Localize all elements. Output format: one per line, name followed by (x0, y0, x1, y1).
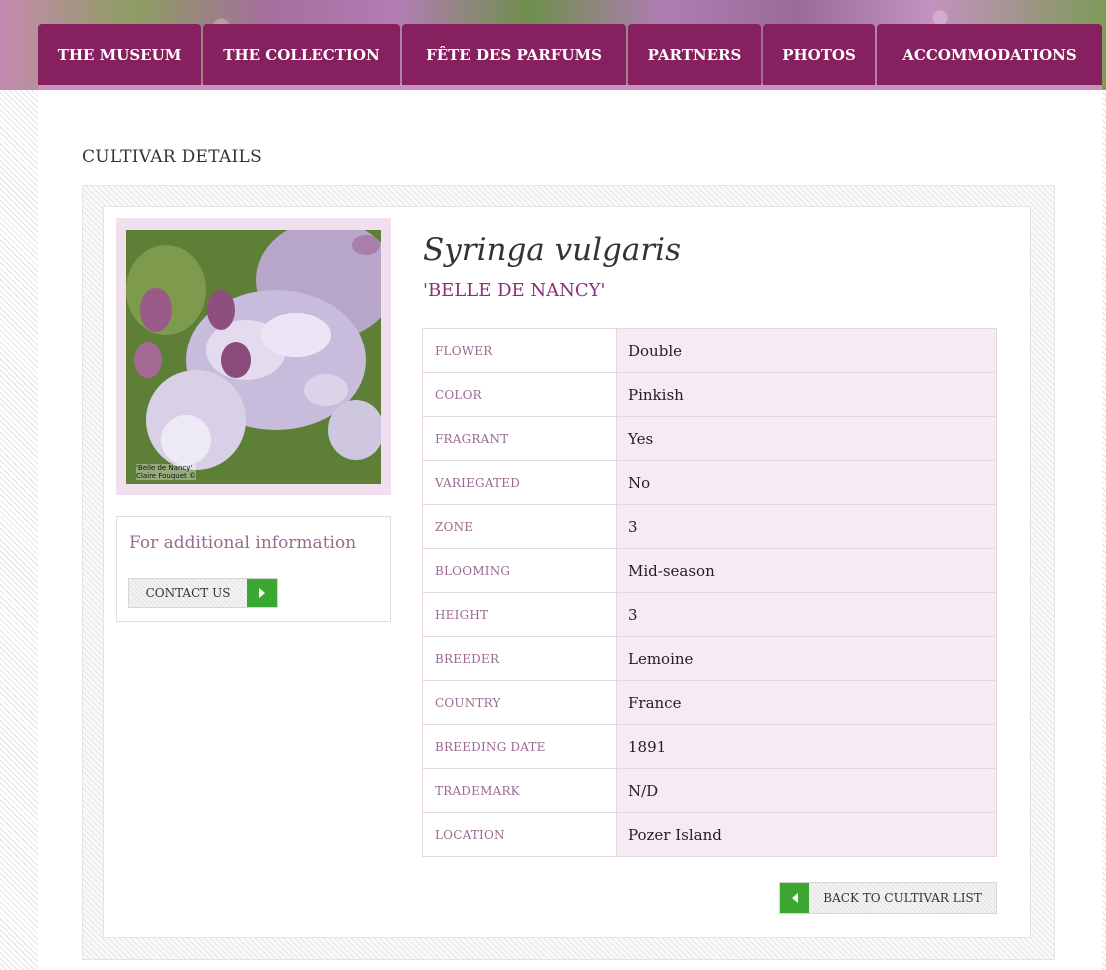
page-title: CULTIVAR DETAILS (82, 147, 263, 167)
detail-label: TRADEMARK (422, 768, 617, 813)
detail-value: 1891 (616, 724, 997, 769)
detail-label: COUNTRY (422, 680, 617, 725)
table-row: BREEDER Lemoine (422, 636, 997, 681)
detail-value: 3 (616, 504, 997, 549)
detail-value: Pozer Island (616, 812, 997, 857)
detail-value: Mid-season (616, 548, 997, 593)
photo-frame: 'Belle de Nancy' Claire Fouquet © (116, 218, 391, 495)
table-row: FRAGRANT Yes (422, 416, 997, 461)
additional-info-text: For additional information (129, 533, 357, 553)
nav-item-the-museum[interactable]: THE MUSEUM (38, 24, 201, 85)
detail-label: VARIEGATED (422, 460, 617, 505)
nav-item-the-collection[interactable]: THE COLLECTION (203, 24, 400, 85)
detail-value: Pinkish (616, 372, 997, 417)
table-row: ZONE 3 (422, 504, 997, 549)
detail-label: LOCATION (422, 812, 617, 857)
detail-label: HEIGHT (422, 592, 617, 637)
lilac-photo: 'Belle de Nancy' Claire Fouquet © (126, 230, 381, 484)
table-row: TRADEMARK N/D (422, 768, 997, 813)
contact-us-button[interactable]: CONTACT US (128, 578, 278, 608)
detail-value: Double (616, 328, 997, 373)
table-row: BLOOMING Mid-season (422, 548, 997, 593)
detail-label: BREEDING DATE (422, 724, 617, 769)
additional-info-box: For additional information CONTACT US (116, 516, 391, 622)
back-to-cultivar-list-label: BACK TO CULTIVAR LIST (823, 891, 982, 905)
cultivar-name: 'BELLE DE NANCY' (423, 280, 606, 301)
detail-label: BLOOMING (422, 548, 617, 593)
detail-value: 3 (616, 592, 997, 637)
detail-value: Lemoine (616, 636, 997, 681)
nav-item-fete-des-parfums[interactable]: FÊTE DES PARFUMS (402, 24, 626, 85)
table-row: COUNTRY France (422, 680, 997, 725)
nav-item-partners[interactable]: PARTNERS (628, 24, 761, 85)
table-row: HEIGHT 3 (422, 592, 997, 637)
detail-label: FRAGRANT (422, 416, 617, 461)
nav-item-photos[interactable]: PHOTOS (763, 24, 875, 85)
table-row: LOCATION Pozer Island (422, 812, 997, 857)
cultivar-details-table: FLOWER Double COLOR Pinkish FRAGRANT Yes VA… (422, 328, 997, 857)
table-row: BREEDING DATE 1891 (422, 724, 997, 769)
detail-value: Yes (616, 416, 997, 461)
main-nav: THE MUSEUM THE COLLECTION FÊTE DES PARFU… (38, 24, 1102, 85)
arrow-right-icon (247, 579, 277, 607)
table-row: FLOWER Double (422, 328, 997, 373)
species-name: Syringa vulgaris (423, 232, 681, 268)
detail-label: FLOWER (422, 328, 617, 373)
detail-label: ZONE (422, 504, 617, 549)
detail-value: France (616, 680, 997, 725)
photo-caption: 'Belle de Nancy' Claire Fouquet © (136, 464, 196, 480)
contact-us-label: CONTACT US (145, 586, 231, 600)
table-row: VARIEGATED No (422, 460, 997, 505)
nav-item-accommodations[interactable]: ACCOMMODATIONS (877, 24, 1102, 85)
detail-label: COLOR (422, 372, 617, 417)
table-row: COLOR Pinkish (422, 372, 997, 417)
detail-label: BREEDER (422, 636, 617, 681)
arrow-left-icon (780, 883, 809, 913)
back-to-cultivar-list-button[interactable]: BACK TO CULTIVAR LIST (779, 882, 997, 914)
detail-value: No (616, 460, 997, 505)
detail-value: N/D (616, 768, 997, 813)
